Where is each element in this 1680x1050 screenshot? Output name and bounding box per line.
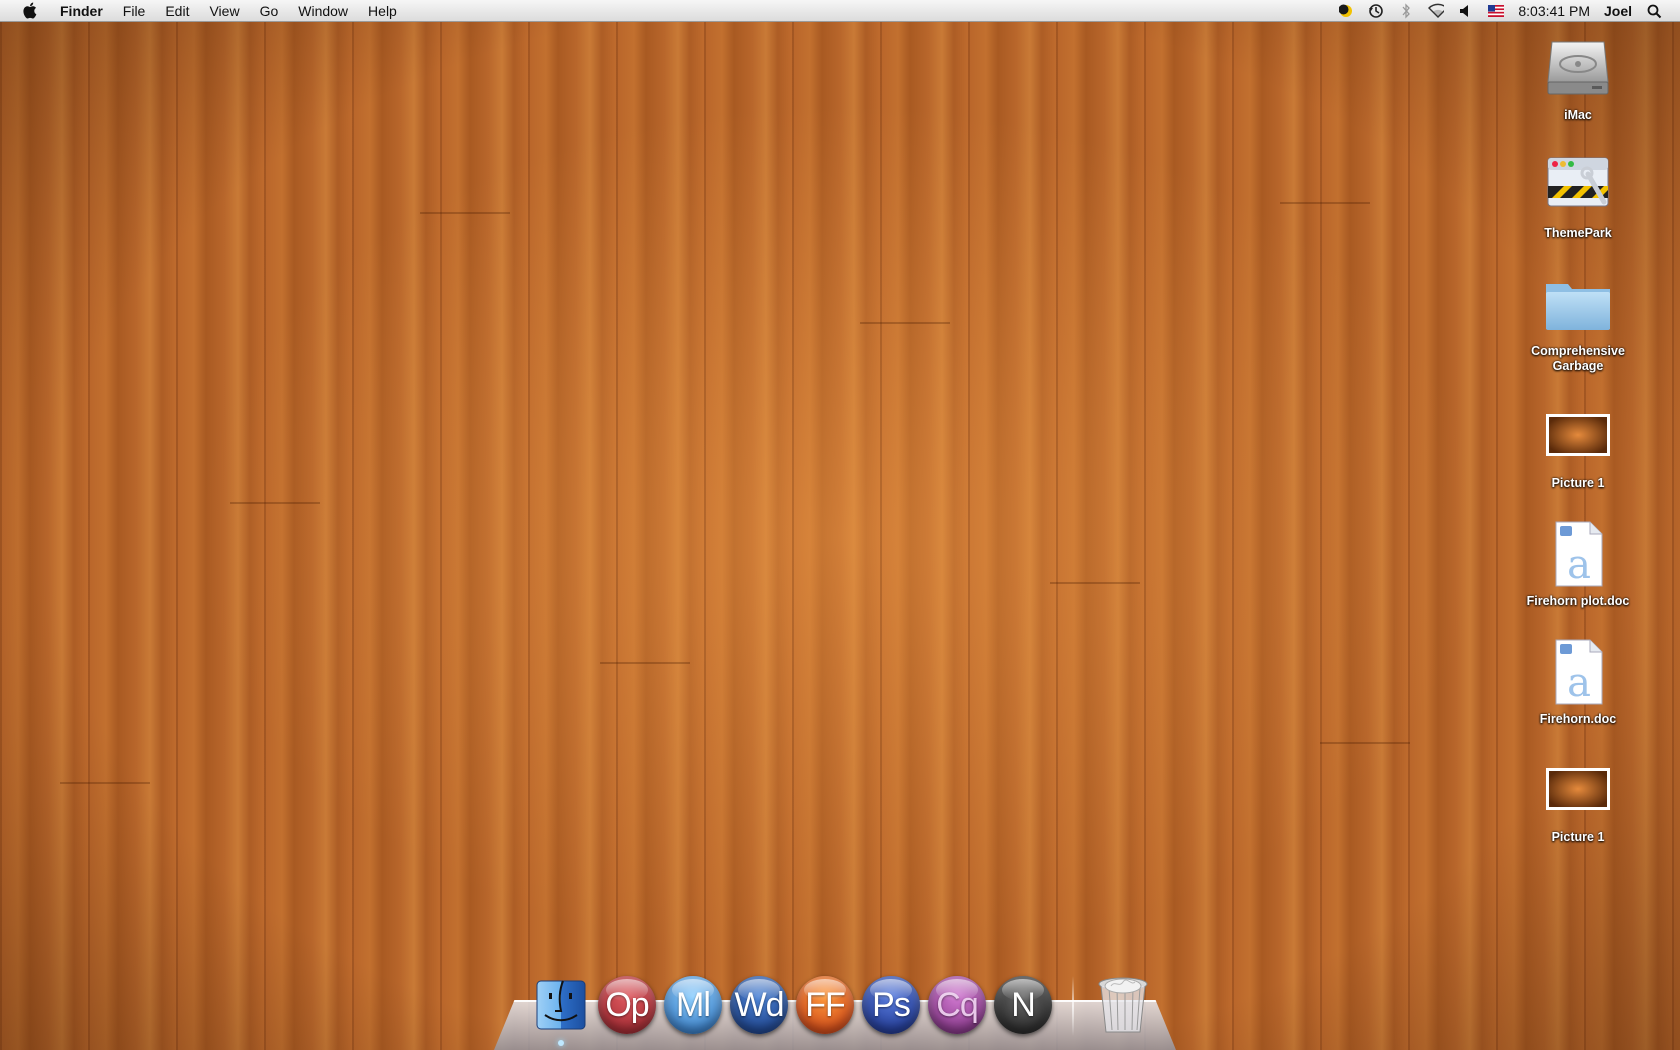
moon-icon[interactable] — [1338, 3, 1354, 19]
desktop-icon-comprehensive-garbage[interactable]: Comprehensive Garbage — [1498, 268, 1658, 374]
dock-item-opera[interactable]: Op — [596, 974, 658, 1036]
dock-separator — [1072, 976, 1074, 1036]
n-app-icon: N — [994, 976, 1052, 1034]
word-icon: Wd — [730, 976, 788, 1034]
running-indicator — [558, 1040, 564, 1046]
folder-icon — [1542, 268, 1614, 340]
picture-thumbnail-icon — [1542, 400, 1614, 472]
cq-icon: Cq — [928, 976, 986, 1034]
status-area: 8:03:41 PM Joel — [1338, 0, 1680, 22]
dock-item-label: Ml — [676, 985, 711, 1024]
desktop-icon-label: iMac — [1564, 108, 1592, 122]
menu-bar: Finder File Edit View Go Window Help 8:0… — [0, 0, 1680, 22]
mail-icon: Ml — [664, 976, 722, 1034]
menubar-clock[interactable]: 8:03:41 PM — [1518, 3, 1590, 19]
text-document-icon: a — [1542, 636, 1614, 708]
dock-item-label: Wd — [734, 985, 785, 1024]
desktop-icon-label: Firehorn.doc — [1539, 712, 1617, 726]
desktop-icon-picture-1[interactable]: Picture 1 — [1498, 400, 1658, 491]
dock-item-label: FF — [805, 985, 846, 1024]
themepark-app-icon — [1542, 150, 1614, 222]
menu-go[interactable]: Go — [250, 0, 289, 22]
desktop-icon-label: Picture 1 — [1551, 830, 1605, 844]
dock-item-photoshop[interactable]: Ps — [860, 974, 922, 1036]
dock-item-cq[interactable]: Cq — [926, 974, 988, 1036]
menubar-user[interactable]: Joel — [1604, 3, 1632, 19]
desktop-icon-imac[interactable]: iMac — [1498, 32, 1658, 123]
photoshop-icon: Ps — [862, 976, 920, 1034]
dock-item-label: Ps — [872, 985, 911, 1024]
desktop-icon-label: ThemePark — [1544, 226, 1612, 240]
trash-icon — [1095, 974, 1151, 1036]
menu-file[interactable]: File — [113, 0, 156, 22]
us-flag-icon[interactable] — [1488, 3, 1505, 19]
desktop-wallpaper[interactable] — [0, 22, 1680, 1050]
dock-item-trash[interactable] — [1092, 974, 1154, 1036]
dock-item-label: N — [1011, 985, 1036, 1024]
hard-drive-icon — [1542, 32, 1614, 104]
picture-thumbnail-icon — [1542, 754, 1614, 826]
desktop-icon-firehorn-plot-doc[interactable]: a Firehorn plot.doc — [1498, 518, 1658, 609]
dock-item-label: Cq — [936, 985, 978, 1024]
desktop-icon-label: Picture 1 — [1551, 476, 1605, 490]
desktop-icon-picture-1-copy[interactable]: Picture 1 — [1498, 754, 1658, 845]
svg-text:a: a — [1567, 542, 1591, 588]
dock-item-finder[interactable] — [530, 974, 592, 1046]
volume-icon[interactable] — [1458, 3, 1474, 19]
time-machine-icon[interactable] — [1368, 3, 1384, 19]
svg-text:a: a — [1567, 660, 1591, 706]
desktop-icon-label: Firehorn plot.doc — [1526, 594, 1630, 608]
apple-menu-icon[interactable] — [20, 2, 38, 20]
menu-window[interactable]: Window — [288, 0, 358, 22]
spotlight-icon[interactable] — [1646, 3, 1662, 19]
menu-help[interactable]: Help — [358, 0, 407, 22]
dock-item-label: Op — [605, 985, 649, 1024]
dock-item-firefox[interactable]: FF — [794, 974, 856, 1036]
bluetooth-icon[interactable] — [1398, 3, 1414, 19]
desktop-icon-firehorn-doc[interactable]: a Firehorn.doc — [1498, 636, 1658, 727]
dock-item-n-app[interactable]: N — [992, 974, 1054, 1036]
menu-view[interactable]: View — [199, 0, 249, 22]
menu-edit[interactable]: Edit — [155, 0, 199, 22]
desktop-icon-label: Comprehensive Garbage — [1531, 344, 1625, 373]
finder-icon — [533, 977, 589, 1033]
firefox-icon: FF — [796, 976, 854, 1034]
wifi-icon[interactable] — [1428, 3, 1445, 19]
opera-icon: Op — [598, 976, 656, 1034]
dock-item-mail[interactable]: Ml — [662, 974, 724, 1036]
dock-item-word[interactable]: Wd — [728, 974, 790, 1036]
menu-app-finder[interactable]: Finder — [50, 0, 113, 22]
dock: Op Ml Wd FF Ps Cq N — [530, 966, 1154, 1046]
text-document-icon: a — [1542, 518, 1614, 590]
desktop-icon-themepark[interactable]: ThemePark — [1498, 150, 1658, 241]
